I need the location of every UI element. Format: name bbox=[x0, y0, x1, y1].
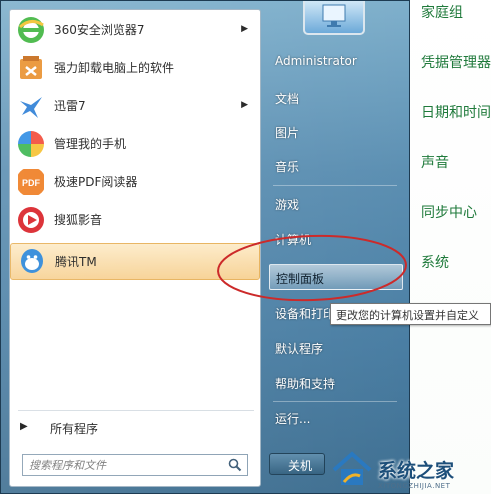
program-item-tencent-tm[interactable]: 腾讯TM bbox=[10, 243, 260, 280]
watermark-subtext: XITONGZHIJIA.NET bbox=[378, 482, 451, 490]
expand-arrow-icon: ▶ bbox=[20, 421, 28, 432]
user-picture[interactable] bbox=[303, 1, 365, 35]
menu-item-default-programs[interactable]: 默认程序 bbox=[269, 335, 403, 361]
cp-link-sync-center[interactable]: 同步中心 bbox=[421, 202, 477, 222]
control-panel-background-window: 家庭组 凭据管理器 日期和时间 声音 同步中心 系统 bbox=[402, 0, 491, 494]
all-programs-label: 所有程序 bbox=[50, 422, 99, 436]
divider bbox=[18, 410, 254, 411]
all-programs-button[interactable]: ▶ 所有程序 bbox=[10, 416, 260, 440]
menu-item-games[interactable]: 游戏 bbox=[269, 191, 403, 217]
divider bbox=[273, 401, 397, 402]
menu-item-label: 计算机 bbox=[275, 233, 312, 247]
menu-item-label: 文档 bbox=[275, 92, 300, 106]
tooltip-text: 更改您的计算机设置并自定义 bbox=[336, 309, 479, 322]
start-menu: 360安全浏览器7 ▶ 强力卸载电脑上的软件 迅雷7 ▶ 管理我的手机 PDF … bbox=[0, 0, 410, 494]
menu-item-help-support[interactable]: 帮助和支持 bbox=[269, 370, 403, 396]
programs-pane: 360安全浏览器7 ▶ 强力卸载电脑上的软件 迅雷7 ▶ 管理我的手机 PDF … bbox=[9, 9, 261, 487]
cp-link-credential-manager[interactable]: 凭据管理器 bbox=[421, 52, 491, 72]
program-label: 360安全浏览器7 bbox=[54, 23, 145, 37]
menu-item-control-panel[interactable]: 控制面板 bbox=[269, 264, 403, 290]
uninstall-tool-icon bbox=[20, 56, 42, 79]
program-label: 迅雷7 bbox=[54, 99, 86, 113]
house-logo-icon bbox=[332, 451, 372, 485]
program-item-360-browser[interactable]: 360安全浏览器7 ▶ bbox=[10, 12, 260, 49]
program-label: 强力卸载电脑上的软件 bbox=[54, 61, 175, 75]
menu-item-run[interactable]: 运行... bbox=[269, 405, 403, 431]
monitor-icon bbox=[322, 4, 346, 27]
menu-item-label: Administrator bbox=[275, 54, 357, 68]
sohu-player-icon bbox=[18, 207, 44, 233]
menu-item-label: 图片 bbox=[275, 126, 300, 140]
program-label: 管理我的手机 bbox=[54, 137, 127, 151]
menu-item-label: 音乐 bbox=[275, 160, 300, 174]
divider bbox=[273, 185, 397, 186]
shutdown-label: 关机 bbox=[288, 459, 313, 473]
menu-item-computer[interactable]: 计算机 bbox=[269, 226, 403, 252]
cp-link-system[interactable]: 系统 bbox=[421, 252, 449, 272]
thunder-bird-icon bbox=[20, 97, 42, 118]
menu-item-label: 控制面板 bbox=[276, 272, 325, 286]
search-box bbox=[22, 454, 248, 476]
program-item-thunder[interactable]: 迅雷7 ▶ bbox=[10, 88, 260, 125]
pdf-reader-icon: PDF bbox=[18, 169, 44, 195]
program-item-phone-manager[interactable]: 管理我的手机 bbox=[10, 126, 260, 163]
menu-item-label: 默认程序 bbox=[275, 342, 324, 356]
menu-item-label: 运行... bbox=[275, 412, 311, 426]
submenu-arrow-icon: ▶ bbox=[241, 24, 248, 34]
svg-text:PDF: PDF bbox=[22, 178, 41, 188]
tooltip: 更改您的计算机设置并自定义 bbox=[330, 303, 491, 325]
shutdown-button[interactable]: 关机 bbox=[269, 453, 325, 475]
tencent-tm-icon bbox=[21, 249, 43, 273]
menu-item-music[interactable]: 音乐 bbox=[269, 153, 403, 179]
watermark-text: 系统之家 bbox=[378, 460, 455, 482]
program-item-pdf-reader[interactable]: PDF 极速PDF阅读器 bbox=[10, 164, 260, 201]
menu-item-label: 游戏 bbox=[275, 198, 300, 212]
search-icon[interactable] bbox=[228, 458, 242, 472]
watermark: 系统之家 XITONGZHIJIA.NET bbox=[330, 448, 491, 494]
search-input[interactable] bbox=[29, 457, 219, 473]
phone-manager-icon bbox=[18, 131, 44, 157]
cp-link-date-time[interactable]: 日期和时间 bbox=[421, 102, 491, 122]
menu-item-label: 帮助和支持 bbox=[275, 377, 336, 391]
360-browser-icon bbox=[18, 17, 44, 43]
submenu-arrow-icon: ▶ bbox=[241, 100, 248, 110]
menu-item-documents[interactable]: 文档 bbox=[269, 85, 403, 111]
cp-link-sound[interactable]: 声音 bbox=[421, 152, 449, 172]
program-label: 腾讯TM bbox=[55, 255, 97, 269]
program-item-uninstaller[interactable]: 强力卸载电脑上的软件 bbox=[10, 50, 260, 87]
program-label: 极速PDF阅读器 bbox=[54, 175, 138, 189]
menu-item-user[interactable]: Administrator bbox=[269, 49, 403, 75]
menu-item-pictures[interactable]: 图片 bbox=[269, 119, 403, 145]
program-label: 搜狐影音 bbox=[54, 213, 103, 227]
cp-link-homegroup[interactable]: 家庭组 bbox=[421, 2, 463, 22]
program-item-sohu-player[interactable]: 搜狐影音 bbox=[10, 202, 260, 239]
